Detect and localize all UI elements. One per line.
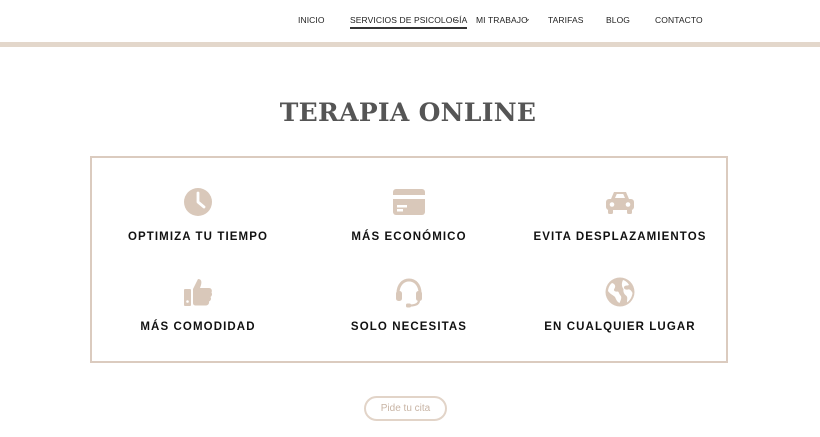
nav-item-tarifas[interactable]: TARIFAS (548, 15, 584, 25)
nav-item-servicios[interactable]: SERVICIOS DE PSICOLOGÍA (350, 15, 468, 29)
feature-label: SOLO NECESITAS (350, 321, 468, 333)
nav-item-contacto[interactable]: CONTACTO (655, 15, 703, 25)
feature-label: MÁS COMODIDAD (140, 321, 256, 333)
car-icon (606, 192, 634, 214)
nav-item-mi-trabajo[interactable]: MI TRABAJO (476, 15, 528, 25)
features-box: OPTIMIZA TU TIEMPO MÁS ECONÓMICO EVITA D… (90, 156, 728, 363)
nav-item-blog[interactable]: BLOG (606, 15, 630, 25)
top-navigation: INICIO SERVICIOS DE PSICOLOGÍA ⌄ MI TRAB… (0, 0, 820, 42)
section-title: TERAPIA ONLINE (279, 98, 537, 127)
nav-item-inicio[interactable]: INICIO (298, 15, 325, 25)
chevron-down-icon[interactable]: ⌄ (452, 14, 459, 23)
headset-icon (396, 278, 422, 308)
globe-icon (605, 277, 635, 307)
feature-label: EN CUALQUIER LUGAR (544, 321, 696, 333)
clock-icon (184, 188, 212, 216)
nav-divider (0, 42, 820, 47)
thumbs-up-icon (184, 279, 213, 306)
chevron-down-icon[interactable]: ⌄ (524, 14, 531, 23)
book-appointment-button[interactable]: Pide tu cita (364, 396, 447, 421)
feature-label: EVITA DESPLAZAMIENTOS (533, 231, 707, 243)
feature-label: OPTIMIZA TU TIEMPO (127, 231, 269, 243)
feature-label: MÁS ECONÓMICO (351, 231, 467, 243)
credit-card-icon (393, 189, 425, 215)
